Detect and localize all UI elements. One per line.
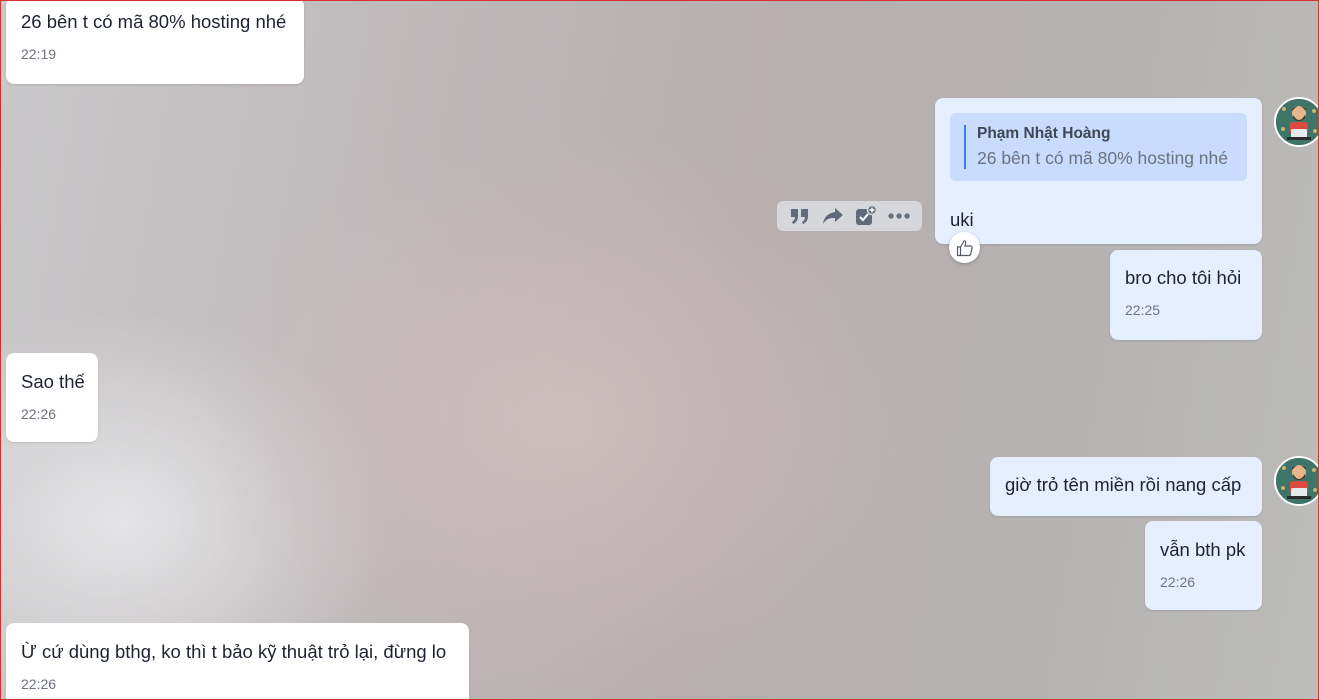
message-bubble-outgoing[interactable]: bro cho tôi hỏi 22:25 bbox=[1110, 250, 1262, 340]
message-bubble-outgoing[interactable]: Phạm Nhật Hoàng 26 bên t có mã 80% hosti… bbox=[935, 98, 1262, 244]
message-time: 22:26 bbox=[21, 676, 57, 692]
more-icon bbox=[888, 213, 910, 219]
quote-text: 26 bên t có mã 80% hosting nhé bbox=[977, 148, 1229, 168]
message-text: 26 bên t có mã 80% hosting nhé bbox=[21, 11, 287, 32]
message-text: Sao thế bbox=[21, 371, 85, 392]
message-time: 22:26 bbox=[21, 406, 57, 422]
reaction-button[interactable] bbox=[949, 232, 980, 263]
quote-author: Phạm Nhật Hoàng bbox=[977, 125, 1111, 142]
chat-conversation[interactable]: 26 bên t có mã 80% hosting nhé 22:19 Phạ… bbox=[0, 0, 1319, 700]
reply-quote[interactable]: Phạm Nhật Hoàng 26 bên t có mã 80% hosti… bbox=[950, 113, 1247, 181]
message-bubble-incoming[interactable]: Ừ cứ dùng bthg, ko thì t bảo kỹ thuật tr… bbox=[6, 623, 469, 699]
message-text: vẫn bth pk bbox=[1160, 539, 1246, 560]
message-text: Ừ cứ dùng bthg, ko thì t bảo kỹ thuật tr… bbox=[21, 641, 447, 662]
forward-button[interactable] bbox=[819, 204, 847, 228]
message-text: bro cho tôi hỏi bbox=[1125, 267, 1242, 288]
sender-avatar[interactable] bbox=[1274, 456, 1318, 506]
message-bubble-outgoing[interactable]: vẫn bth pk 22:26 bbox=[1145, 521, 1262, 610]
developer-avatar-icon bbox=[1276, 458, 1318, 504]
message-time: 22:25 bbox=[1125, 302, 1161, 318]
thumbs-up-icon bbox=[956, 239, 973, 256]
quote-button[interactable] bbox=[786, 204, 814, 228]
message-bubble-incoming[interactable]: 26 bên t có mã 80% hosting nhé 22:19 bbox=[6, 1, 304, 84]
message-text: uki bbox=[950, 209, 974, 230]
message-time: 22:19 bbox=[21, 46, 57, 62]
message-text: giờ trỏ tên miền rồi nang cấp bbox=[1005, 474, 1242, 495]
forward-icon bbox=[822, 208, 843, 224]
message-bubble-incoming[interactable]: Sao thế 22:26 bbox=[6, 353, 98, 442]
add-task-button[interactable] bbox=[852, 204, 880, 228]
message-bubble-outgoing[interactable]: giờ trỏ tên miền rồi nang cấp bbox=[990, 457, 1262, 516]
more-options-button[interactable] bbox=[885, 204, 913, 228]
add-task-icon bbox=[856, 205, 878, 225]
developer-avatar-icon bbox=[1276, 99, 1318, 145]
sender-avatar[interactable] bbox=[1274, 97, 1318, 147]
message-action-toolbar bbox=[777, 201, 922, 231]
quote-icon bbox=[790, 209, 808, 224]
message-time: 22:26 bbox=[1160, 574, 1196, 590]
